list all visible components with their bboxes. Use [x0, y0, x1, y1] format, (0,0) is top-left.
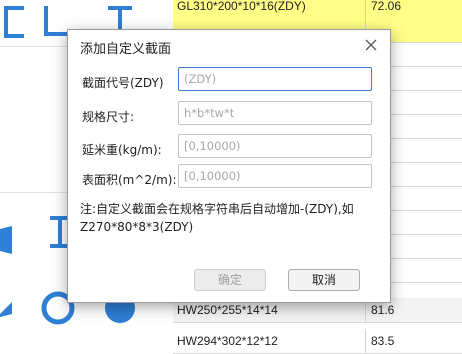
table-row[interactable]: HW294*302*12*12 83.5 — [173, 329, 462, 354]
angle-icon[interactable] — [0, 290, 32, 330]
dialog-title: 添加自定义截面 — [80, 42, 172, 57]
section-code-input[interactable] — [178, 67, 372, 91]
surface-area-label: 表面积(m^2/m): — [82, 173, 177, 187]
spec-size-label: 规格尺寸: — [82, 110, 135, 124]
spec-size-input[interactable] — [178, 101, 372, 125]
add-custom-section-dialog: 添加自定义截面 截面代号(ZDY) 规格尺寸: 延米重(kg/m): 表面积(m… — [67, 29, 391, 303]
c-channel-icon[interactable] — [0, 2, 34, 42]
table-cell-value: 72.06 — [371, 0, 402, 13]
section-code-label: 截面代号(ZDY) — [82, 76, 164, 90]
note-text: 注:自定义截面会在规格字符串后自动增加-(ZDY),如Z270*80*8*3(Z… — [80, 202, 354, 234]
column-divider — [365, 329, 366, 353]
column-divider — [365, 0, 366, 18]
close-icon[interactable] — [360, 34, 382, 56]
table-row[interactable]: GL310*200*10*16(ZDY) 72.06 — [173, 0, 462, 19]
table-cell-value: 83.5 — [371, 334, 395, 348]
table-cell-name: GL310*200*10*16(ZDY) — [177, 0, 306, 13]
ok-button[interactable]: 确定 — [194, 269, 266, 291]
table-cell-name: HW294*302*12*12 — [177, 334, 278, 348]
surface-area-input[interactable] — [178, 164, 372, 188]
cancel-button[interactable]: 取消 — [288, 269, 360, 291]
t-section-icon[interactable] — [0, 220, 32, 260]
unit-weight-input[interactable] — [178, 134, 372, 158]
unit-weight-label: 延米重(kg/m): — [82, 143, 162, 157]
